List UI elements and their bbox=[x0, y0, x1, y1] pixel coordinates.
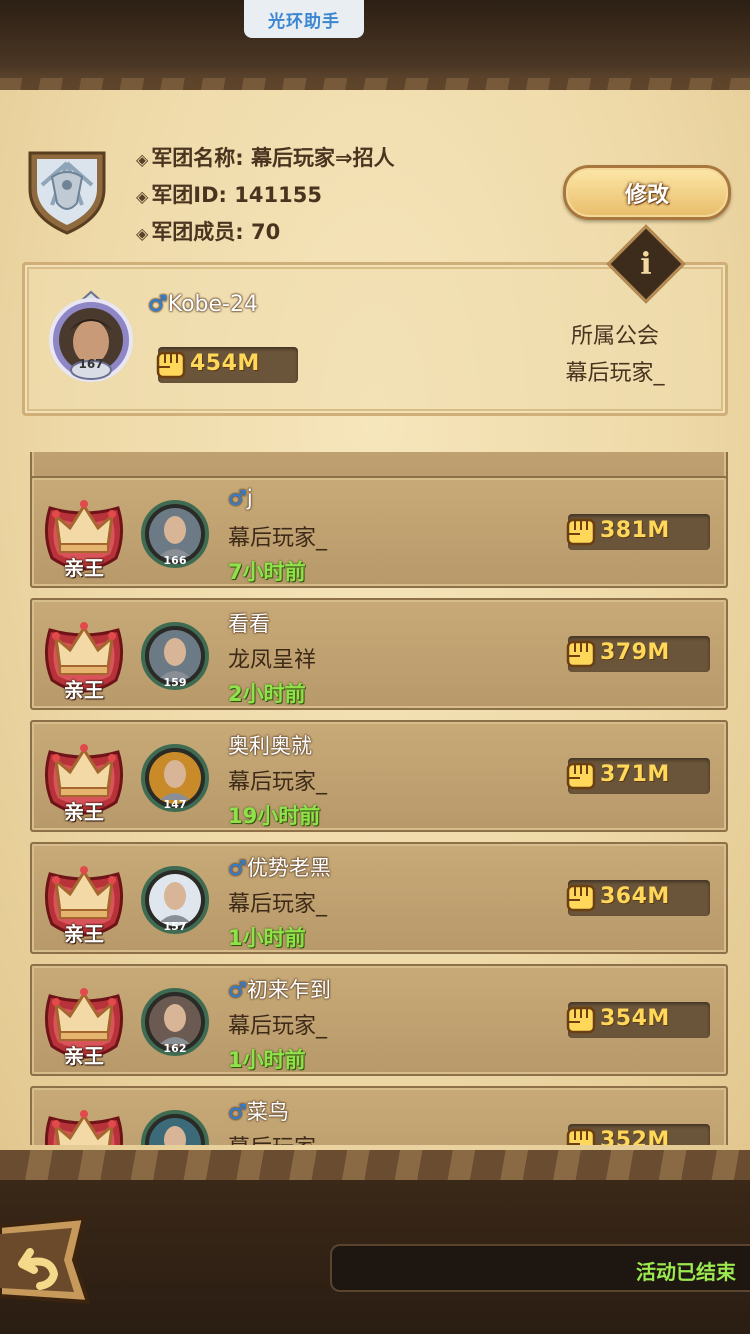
member-level: 166 bbox=[163, 554, 187, 567]
member-name: ♂初来乍到 bbox=[228, 974, 331, 1004]
diamond-bullet-icon: ◈ bbox=[136, 224, 149, 243]
member-row[interactable]: 亲王 162 ♂初来乍到 幕后玩家_ 1小时前 354M bbox=[30, 964, 728, 1076]
male-icon: ♂ bbox=[228, 1100, 247, 1124]
last-online: 19小时前 bbox=[228, 804, 321, 828]
member-power: 381M bbox=[600, 518, 670, 543]
member-guild: 幕后玩家_ bbox=[228, 892, 328, 917]
member-list[interactable]: 亲王 166 ♂j 幕后玩家_ 7小时前 381M 亲王 159 看看 龙凤呈祥… bbox=[0, 452, 750, 1145]
male-icon: ♂ bbox=[228, 856, 247, 880]
member-name-text: 奥利奥就 bbox=[228, 734, 312, 758]
member-name: ♂菜鸟 bbox=[228, 1096, 289, 1126]
legion-members-text: 军团成员: 70 bbox=[151, 220, 281, 244]
male-icon: ♂ bbox=[148, 292, 168, 317]
male-icon: ♂ bbox=[228, 486, 247, 510]
legion-id-text: 军团ID: 141155 bbox=[151, 183, 322, 207]
member-name: 奥利奥就 bbox=[228, 730, 312, 760]
legion-emblem-icon bbox=[28, 151, 106, 235]
fist-icon bbox=[156, 351, 186, 379]
legion-id: ◈ 军团ID: 141155 bbox=[136, 179, 322, 209]
fist-icon bbox=[566, 762, 596, 790]
leader-name-text: Kobe-24 bbox=[167, 292, 258, 317]
member-name: ♂j bbox=[228, 486, 253, 510]
rank-label: 亲王 bbox=[64, 922, 104, 946]
member-name: 看看 bbox=[228, 608, 270, 638]
member-avatar[interactable] bbox=[140, 1108, 210, 1145]
last-online: 1小时前 bbox=[228, 1048, 306, 1072]
leader-level: 167 bbox=[78, 357, 104, 371]
member-guild: 龙凤呈祥 bbox=[228, 648, 317, 673]
last-online: 1小时前 bbox=[228, 926, 306, 950]
last-online: 7小时前 bbox=[228, 560, 306, 584]
member-level: 162 bbox=[163, 1042, 187, 1055]
back-button[interactable] bbox=[0, 1212, 90, 1308]
member-name-text: 优势老黑 bbox=[246, 856, 331, 880]
member-level: 159 bbox=[163, 676, 187, 689]
info-icon[interactable]: i bbox=[618, 236, 674, 292]
legion-name-text: 军团名称: 幕后玩家⇒招人 bbox=[151, 146, 395, 170]
member-name-text: 初来乍到 bbox=[246, 978, 331, 1002]
member-name-text: j bbox=[246, 486, 253, 510]
fist-icon bbox=[566, 1006, 596, 1034]
member-name-text: 菜鸟 bbox=[246, 1100, 289, 1124]
guild-name: 幕后玩家_ bbox=[565, 361, 665, 386]
member-row[interactable]: 亲王 157 ♂优势老黑 幕后玩家_ 1小时前 364M bbox=[30, 842, 728, 954]
leader-power: 454M bbox=[190, 351, 260, 376]
rank-label: 亲王 bbox=[64, 678, 104, 702]
fist-icon bbox=[566, 640, 596, 668]
member-power: 352M bbox=[600, 1128, 670, 1145]
member-name-text: 看看 bbox=[228, 612, 270, 636]
member-power: 354M bbox=[600, 1006, 670, 1031]
member-guild: 幕后玩家_ bbox=[228, 1014, 328, 1039]
member-guild: 幕后玩家_ bbox=[228, 770, 328, 795]
fist-icon bbox=[566, 884, 596, 912]
legion-name: ◈ 军团名称: 幕后玩家⇒招人 bbox=[136, 142, 395, 172]
assistant-pill[interactable]: 光环助手 bbox=[244, 0, 364, 38]
rank-label: 亲王 bbox=[64, 800, 104, 824]
member-power: 364M bbox=[600, 884, 670, 909]
diamond-bullet-icon: ◈ bbox=[136, 187, 149, 206]
legion-members: ◈ 军团成员: 70 bbox=[136, 216, 280, 246]
member-level: 157 bbox=[163, 920, 187, 933]
leader-avatar[interactable] bbox=[46, 290, 136, 386]
fist-icon bbox=[566, 518, 596, 546]
member-name: ♂优势老黑 bbox=[228, 852, 331, 882]
status-text: 活动已结束 bbox=[636, 1260, 736, 1284]
rank-label: 亲王 bbox=[64, 1044, 104, 1068]
top-bar bbox=[0, 0, 750, 92]
status-box: 活动已结束 bbox=[330, 1244, 750, 1292]
guild-label: 所属公会 bbox=[570, 324, 659, 349]
last-online: 2小时前 bbox=[228, 682, 306, 706]
fist-icon bbox=[566, 1128, 596, 1145]
diamond-bullet-icon: ◈ bbox=[136, 150, 149, 169]
member-row[interactable]: ♂菜鸟 幕后玩家 352M bbox=[30, 1086, 728, 1145]
member-power: 379M bbox=[600, 640, 670, 665]
member-row[interactable]: 亲王 166 ♂j 幕后玩家_ 7小时前 381M bbox=[30, 476, 728, 588]
rank-label: 亲王 bbox=[64, 556, 104, 580]
member-level: 147 bbox=[163, 798, 187, 811]
leader-name: ♂Kobe-24 bbox=[148, 292, 258, 317]
member-guild: 幕后玩家_ bbox=[228, 526, 328, 551]
panel-bottom-edge bbox=[0, 1150, 750, 1180]
edit-button[interactable]: 修改 bbox=[563, 165, 731, 220]
member-power: 371M bbox=[600, 762, 670, 787]
crown-rank-icon bbox=[45, 1110, 123, 1145]
male-icon: ♂ bbox=[228, 978, 247, 1002]
member-row[interactable]: 亲王 159 看看 龙凤呈祥 2小时前 379M bbox=[30, 598, 728, 710]
member-row[interactable]: 亲王 147 奥利奥就 幕后玩家_ 19小时前 371M bbox=[30, 720, 728, 832]
member-guild: 幕后玩家 bbox=[228, 1130, 316, 1145]
